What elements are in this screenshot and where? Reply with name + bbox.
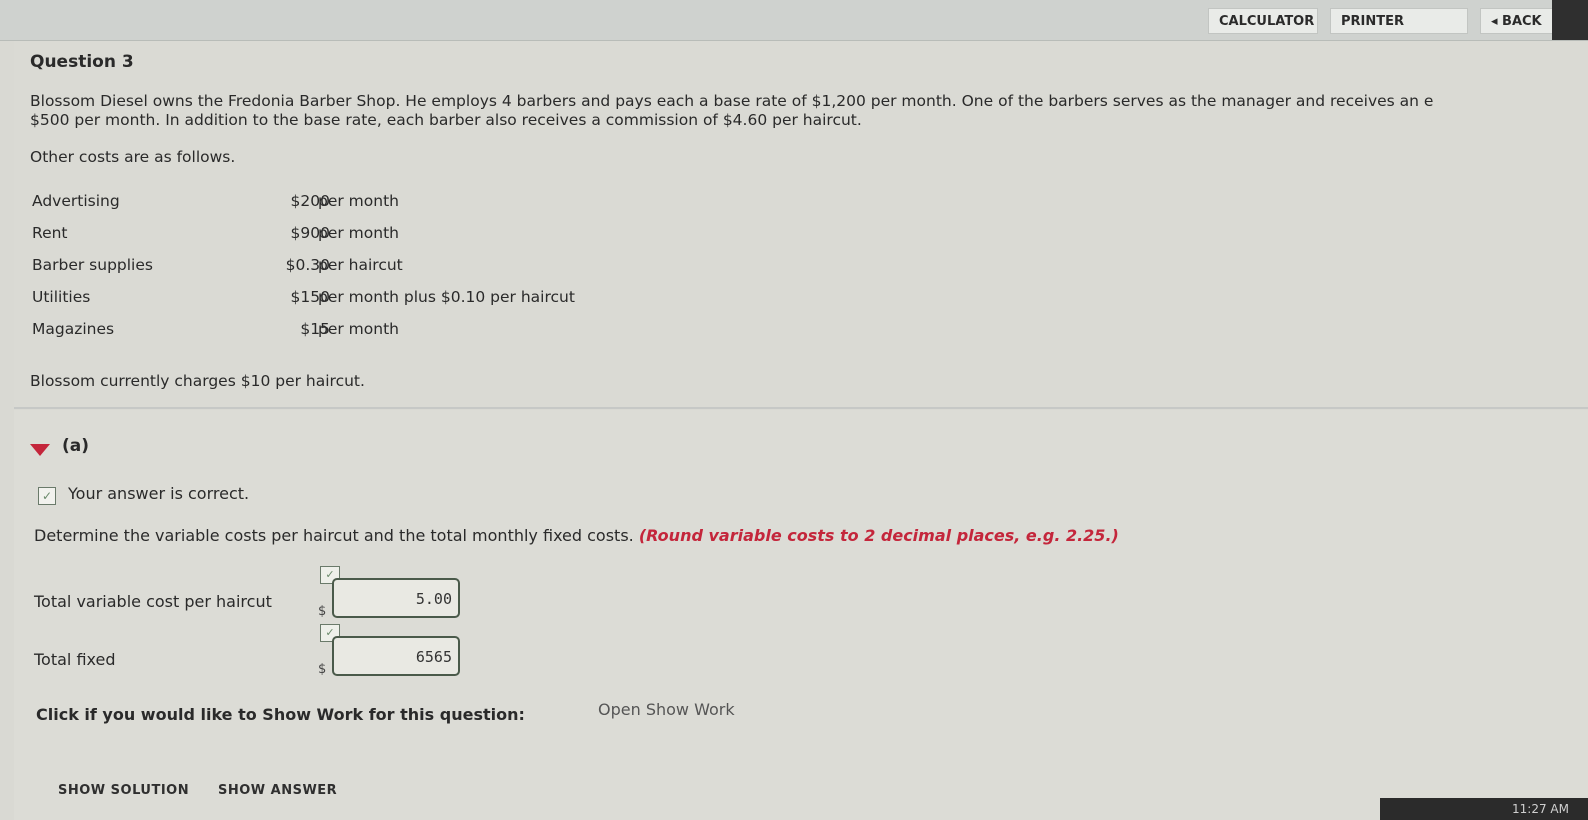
part-a-label[interactable]: (a) (62, 436, 89, 456)
correct-check-icon: ✓ (38, 487, 56, 505)
cost-amount: $900 (290, 224, 330, 242)
cost-amount: $15 (300, 320, 330, 338)
intro-line-2: $500 per month. In addition to the base … (30, 111, 862, 129)
answer-status: Your answer is correct. (68, 484, 250, 503)
show-answer-button[interactable]: SHOW ANSWER (218, 783, 337, 798)
window-edge (1552, 0, 1588, 40)
cost-unit: per month (318, 224, 399, 242)
total-fixed-label: Total fixed (34, 650, 116, 669)
printer-version-button[interactable]: PRINTER VERSION (1330, 8, 1468, 55)
taskbar-clock: 11:27 AM (1512, 802, 1569, 816)
cost-unit: per haircut (318, 256, 403, 274)
show-solution-button[interactable]: SHOW SOLUTION (58, 783, 189, 798)
open-show-work-link[interactable]: Open Show Work (598, 700, 735, 719)
cost-amount: $200 (290, 192, 330, 210)
calculator-button[interactable]: CALCULATOR (1208, 8, 1318, 34)
question-intro: Blossom Diesel owns the Fredonia Barber … (30, 92, 1570, 130)
currency-symbol: $ (318, 662, 327, 677)
total-fixed-input[interactable]: 6565 (332, 636, 460, 676)
rounding-hint: (Round variable costs to 2 decimal place… (638, 526, 1119, 545)
part-a-section (14, 410, 1588, 820)
cost-label: Advertising (32, 192, 120, 210)
cost-unit: per month (318, 192, 399, 210)
cost-unit: per month (318, 320, 399, 338)
cost-unit: per month plus $0.10 per haircut (318, 288, 575, 306)
part-a-instruction: Determine the variable costs per haircut… (34, 526, 1119, 545)
back-button[interactable]: ◂ BACK (1480, 8, 1556, 34)
cost-label: Barber supplies (32, 256, 153, 274)
variable-cost-label: Total variable cost per haircut (34, 592, 272, 611)
question-title: Question 3 (30, 52, 134, 72)
charge-text: Blossom currently charges $10 per haircu… (30, 372, 365, 390)
show-work-prompt: Click if you would like to Show Work for… (36, 705, 525, 724)
cost-label: Magazines (32, 320, 115, 338)
currency-symbol: $ (318, 604, 327, 619)
cost-amount: $150 (290, 288, 330, 306)
intro-line-1: Blossom Diesel owns the Fredonia Barber … (30, 92, 1434, 110)
other-costs-text: Other costs are as follows. (30, 148, 236, 166)
cost-label: Utilities (32, 288, 91, 306)
cost-label: Rent (32, 224, 68, 242)
instruction-text: Determine the variable costs per haircut… (34, 526, 634, 545)
variable-cost-input[interactable]: 5.00 (332, 578, 460, 618)
cost-amount: $0.30 (285, 256, 330, 274)
collapse-triangle-icon[interactable] (30, 444, 50, 456)
